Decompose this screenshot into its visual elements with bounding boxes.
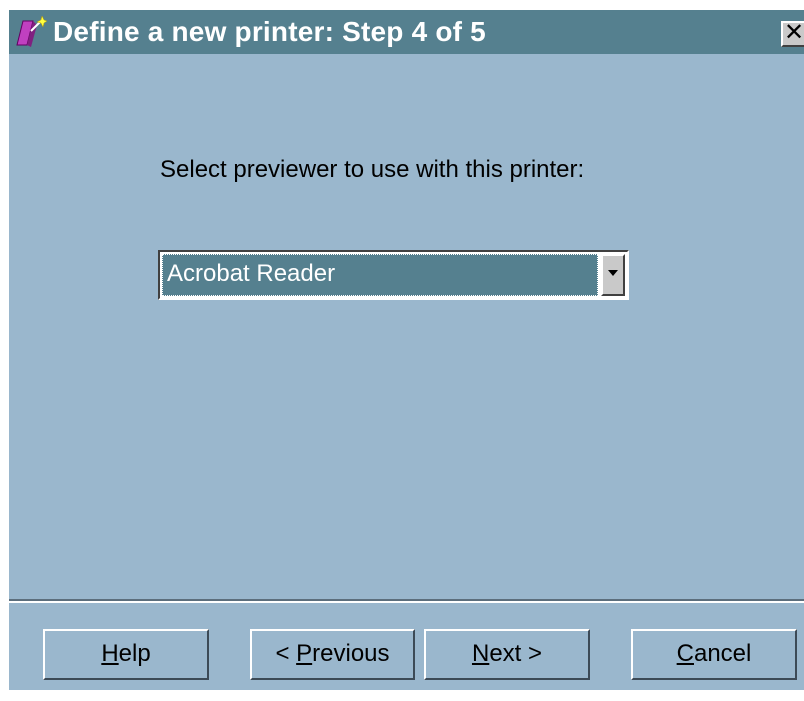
help-button[interactable]: Help <box>43 629 209 680</box>
window-title: Define a new printer: Step 4 of 5 <box>53 16 486 47</box>
title-bar[interactable]: Define a new printer: Step 4 of 5 ✕ <box>9 10 804 54</box>
next-button-mnemonic: N <box>471 640 490 667</box>
cancel-button-label: ancel <box>693 640 752 667</box>
previous-button-mnemonic: P <box>296 640 313 667</box>
window-frame-bottom <box>0 690 804 701</box>
window-frame-top <box>0 0 804 10</box>
next-button-label: ext > <box>489 640 543 667</box>
previewer-prompt-label: Select previewer to use with this printe… <box>160 156 585 183</box>
previewer-selected-value[interactable]: Acrobat Reader <box>162 254 598 296</box>
window-frame-left <box>0 0 9 701</box>
divider <box>9 599 804 603</box>
previous-button-prefix: < <box>275 640 297 667</box>
close-icon: ✕ <box>783 19 804 46</box>
previous-button-label: revious <box>312 640 390 667</box>
printer-wizard-icon <box>13 15 48 49</box>
cancel-button[interactable]: Cancel <box>631 629 797 680</box>
next-button[interactable]: Next > <box>424 629 590 680</box>
help-button-label: elp <box>118 640 151 667</box>
wizard-dialog: Define a new printer: Step 4 of 5 ✕ Sele… <box>0 0 804 701</box>
previewer-select[interactable]: Acrobat Reader <box>158 250 629 300</box>
help-button-mnemonic: H <box>101 640 119 667</box>
chevron-down-icon[interactable] <box>601 254 625 296</box>
cancel-button-mnemonic: C <box>676 640 694 667</box>
close-button[interactable]: ✕ <box>781 21 804 47</box>
previous-button[interactable]: < Previous <box>250 629 415 680</box>
